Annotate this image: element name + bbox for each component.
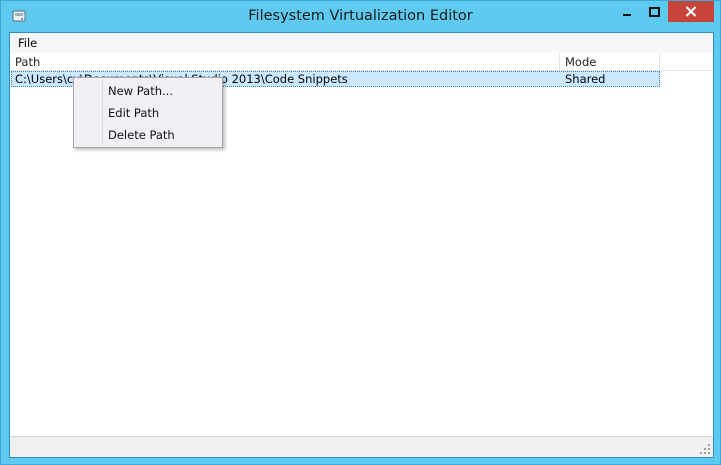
- column-header-path[interactable]: Path: [10, 53, 560, 71]
- minimize-button[interactable]: [613, 1, 641, 22]
- maximize-icon: [649, 6, 660, 17]
- column-header-mode[interactable]: Mode: [560, 53, 660, 71]
- close-icon: [685, 6, 697, 17]
- context-menu: New Path... Edit Path Delete Path: [73, 77, 223, 148]
- title-bar[interactable]: Filesystem Virtualization Editor: [1, 1, 720, 33]
- menu-bar: File: [10, 33, 713, 53]
- menu-item-new-path[interactable]: New Path...: [76, 80, 220, 102]
- menu-item-delete-path[interactable]: Delete Path: [76, 124, 220, 146]
- menu-item-edit-path[interactable]: Edit Path: [76, 102, 220, 124]
- minimize-icon: [623, 13, 631, 16]
- status-bar: [10, 436, 713, 457]
- menu-file[interactable]: File: [12, 34, 43, 52]
- close-button[interactable]: [668, 1, 714, 22]
- app-window: Filesystem Virtualization Editor File Pa…: [0, 0, 721, 465]
- resize-grip-icon[interactable]: [699, 443, 711, 455]
- maximize-button[interactable]: [641, 1, 668, 22]
- mode-cell: Shared: [565, 72, 606, 86]
- list-header: Path Mode: [10, 53, 713, 71]
